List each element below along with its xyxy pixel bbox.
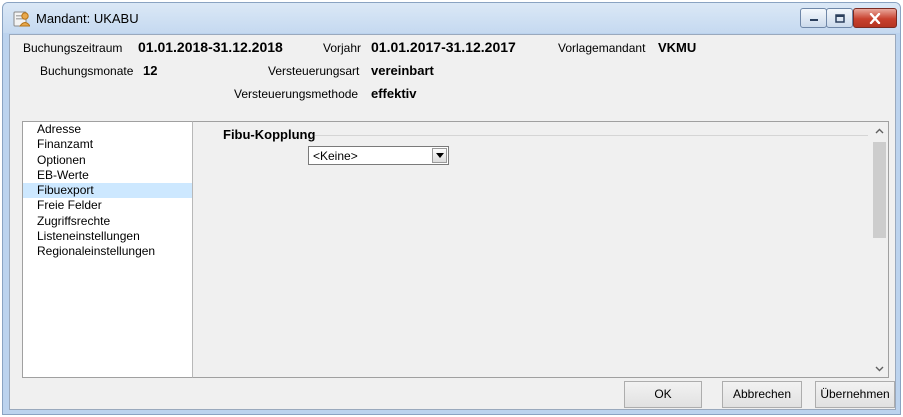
vorjahr-value: 01.01.2017-31.12.2017 [371,39,516,55]
buchungszeitraum-value: 01.01.2018-31.12.2018 [138,39,283,55]
vertical-scrollbar[interactable] [871,122,888,377]
nav-item-eb-werte[interactable]: EB-Werte [23,168,192,183]
section-divider [315,135,868,136]
apply-button[interactable]: Übernehmen [815,381,895,408]
vorjahr-label: Vorjahr [323,41,362,55]
nav-item-finanzamt[interactable]: Finanzamt [23,137,192,152]
fibuexport-panel: Fibu-Kopplung <Keine> [192,121,889,378]
buchungsmonate-value: 12 [143,63,158,78]
vorlagemandant-label: Vorlagemandant [558,41,646,55]
close-button[interactable] [853,8,897,28]
versteuerungsmethode-label: Versteuerungsmethode [234,87,359,101]
close-icon [869,12,881,24]
fibu-kopplung-selected-value: <Keine> [313,149,358,163]
ok-button[interactable]: OK [624,381,702,408]
buchungsmonate-label: Buchungsmonate [40,64,134,78]
buchungszeitraum-label: Buchungszeitraum [23,41,123,55]
scroll-thumb[interactable] [873,142,886,238]
fibu-kopplung-heading: Fibu-Kopplung [223,127,316,142]
minimize-button[interactable] [800,8,827,28]
nav-item-optionen[interactable]: Optionen [23,153,192,168]
cancel-button[interactable]: Abbrechen [722,381,802,408]
dialog-client: Buchungszeitraum 01.01.2018-31.12.2018 V… [9,34,896,410]
versteuerungsmethode-value: effektiv [371,86,417,101]
maximize-button[interactable] [826,8,853,28]
nav-item-listeneinstellungen[interactable]: Listeneinstellungen [23,229,192,244]
fibu-kopplung-dropdown[interactable]: <Keine> [308,146,449,165]
chevron-down-icon [435,153,444,158]
versteuerungsart-label: Versteuerungsart [268,64,360,78]
maximize-icon [834,13,845,23]
nav-item-regionaleinstellungen[interactable]: Regionaleinstellungen [23,244,192,259]
chevron-up-icon [875,128,884,133]
nav-item-adresse[interactable]: Adresse [23,122,192,137]
versteuerungsart-value: vereinbart [371,63,434,78]
title-bar[interactable]: Mandant: UKABU [3,3,900,33]
nav-item-freie-felder[interactable]: Freie Felder [23,198,192,213]
vorlagemandant-value: VKMU [658,40,697,55]
scroll-down-button[interactable] [871,360,888,377]
scroll-up-button[interactable] [871,122,888,139]
nav-item-fibuexport[interactable]: Fibuexport [23,183,192,199]
nav-item-zugriffsrechte[interactable]: Zugriffsrechte [23,214,192,229]
category-list[interactable]: Adresse Finanzamt Optionen EB-Werte Fibu… [22,121,192,378]
main-window: Mandant: UKABU Buchungszeitraum 01.01.20… [2,2,901,415]
window-title: Mandant: UKABU [36,11,139,26]
mandant-icon [13,11,30,27]
chevron-down-icon [875,366,884,371]
minimize-icon [809,19,818,21]
dropdown-button[interactable] [432,148,447,163]
